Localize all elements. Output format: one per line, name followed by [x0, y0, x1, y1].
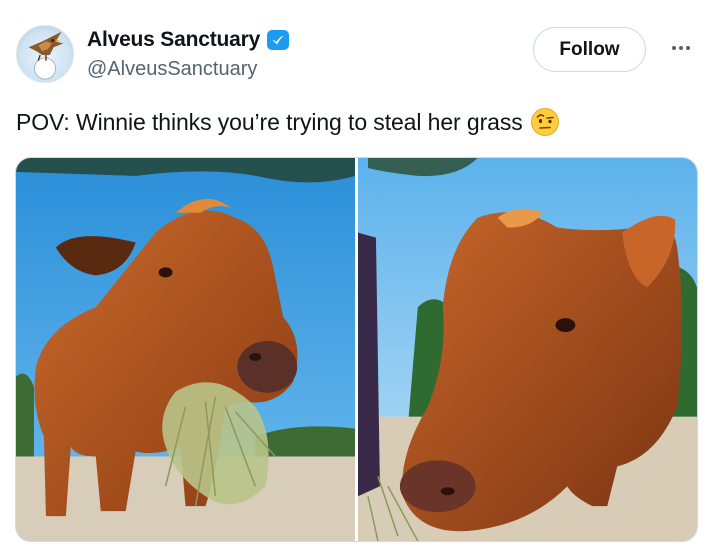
verified-badge-icon [267, 30, 290, 50]
author-display-name[interactable]: Alveus Sanctuary [87, 28, 260, 52]
media-grid [15, 157, 698, 542]
more-options-icon[interactable] [666, 38, 696, 58]
cow-eating-hay-image [16, 158, 355, 541]
tweet-body: POV: Winnie thinks you’re trying to stea… [16, 107, 560, 137]
author-name-row: Alveus Sanctuary [87, 28, 290, 52]
tweet-text: POV: Winnie thinks you’re trying to stea… [16, 108, 523, 135]
cow-closeup-image [358, 158, 697, 541]
author-avatar[interactable] [16, 25, 74, 83]
hawk-logo-icon [28, 31, 64, 80]
photo-cow-closeup[interactable] [358, 158, 697, 541]
author-handle[interactable]: @AlveusSanctuary [87, 58, 257, 81]
photo-cow-eating-hay[interactable] [16, 158, 355, 541]
raised-eyebrow-emoji-icon [530, 108, 559, 136]
follow-button[interactable]: Follow [533, 27, 646, 72]
